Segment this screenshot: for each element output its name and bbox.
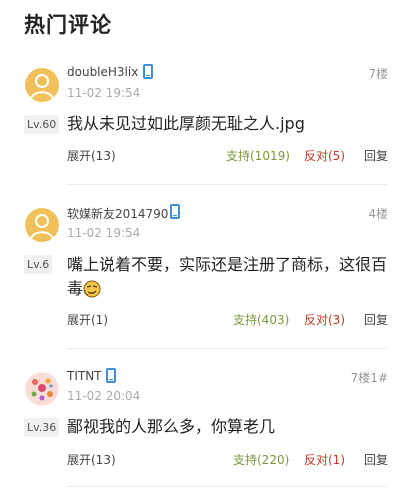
level-badge: Lv.60 — [24, 115, 60, 134]
divider — [67, 348, 388, 349]
level-badge: Lv.36 — [24, 418, 60, 437]
floor-number: 4楼 — [368, 207, 388, 221]
comment-time: 11-02 20:04 — [67, 389, 141, 403]
comment-content: 我从未见过如此厚颜无耻之人.jpg — [67, 114, 305, 133]
divider — [67, 486, 388, 487]
avatar[interactable] — [25, 372, 59, 406]
default-avatar-icon — [30, 214, 54, 240]
default-avatar-icon — [30, 74, 54, 100]
emoji-icon — [83, 280, 101, 298]
page-title: 热门评论 — [24, 13, 112, 37]
phone-icon — [170, 204, 180, 219]
oppose-button[interactable]: 反对(1) — [304, 451, 345, 468]
comment-content: 嘴上说着不要，实际还是注册了商标，这很百毒 — [67, 253, 387, 301]
comment-content: 鄙视我的人那么多，你算老几 — [67, 417, 276, 436]
comment-time: 11-02 19:54 — [67, 86, 141, 100]
reply-button[interactable]: 回复 — [364, 311, 388, 328]
level-badge: Lv.6 — [24, 255, 53, 274]
oppose-button[interactable]: 反对(5) — [304, 147, 345, 164]
divider — [67, 184, 388, 185]
username[interactable]: doubleH3lix — [67, 65, 138, 79]
expand-button[interactable]: 展开(13) — [67, 451, 116, 468]
support-button[interactable]: 支持(220) — [233, 451, 289, 468]
expand-button[interactable]: 展开(13) — [67, 147, 116, 164]
phone-icon — [143, 64, 153, 79]
reply-button[interactable]: 回复 — [364, 147, 388, 164]
oppose-button[interactable]: 反对(3) — [304, 311, 345, 328]
floor-number: 7楼1# — [350, 371, 388, 385]
username[interactable]: 软媒新友2014790 — [67, 205, 168, 222]
comment-time: 11-02 19:54 — [67, 226, 141, 240]
avatar[interactable] — [25, 208, 59, 242]
reply-button[interactable]: 回复 — [364, 451, 388, 468]
username[interactable]: TITNT — [67, 369, 102, 383]
support-button[interactable]: 支持(403) — [233, 311, 289, 328]
support-button[interactable]: 支持(1019) — [226, 147, 290, 164]
avatar[interactable] — [25, 68, 59, 102]
phone-icon — [106, 368, 116, 383]
floor-number: 7楼 — [368, 67, 388, 81]
comment-text: 嘴上说着不要，实际还是注册了商标，这很百毒 — [67, 255, 388, 298]
expand-button[interactable]: 展开(1) — [67, 311, 108, 328]
flower-avatar-icon — [26, 373, 58, 405]
